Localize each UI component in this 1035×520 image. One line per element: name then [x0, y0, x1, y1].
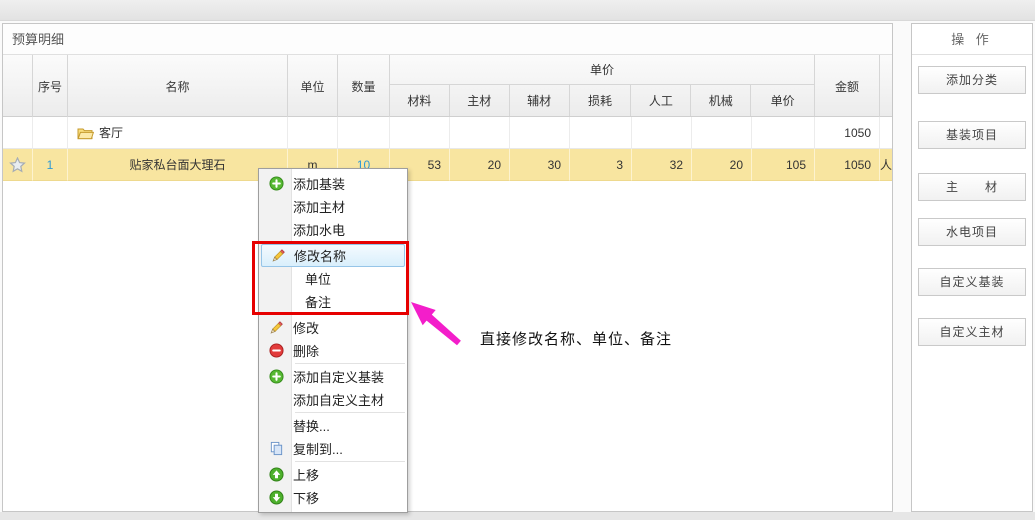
item-machine: 20 [692, 149, 752, 181]
item-loss: 3 [570, 149, 632, 181]
custom-main-button[interactable]: 自定义主材 [918, 318, 1026, 346]
header-overflow [880, 55, 892, 117]
menu-item-move-down[interactable]: 下移 [259, 486, 407, 509]
plumbing-project-button[interactable]: 水电项目 [918, 218, 1026, 246]
folder-icon [77, 126, 94, 140]
window-bottom-edge [0, 512, 1035, 520]
menu-item-delete[interactable]: 删除 [259, 339, 407, 362]
header-unitprice-group-label: 单价 [390, 55, 814, 85]
menu-item-add-main[interactable]: 添加主材 [259, 195, 407, 218]
actions-sidebar: 操 作 添加分类 基装项目 主 材 水电项目 自定义基装 自定义主材 [911, 23, 1033, 512]
table-row-category[interactable]: 客厅 1050 [3, 117, 892, 149]
menu-item-copy-to[interactable]: 复制到... [259, 437, 407, 460]
star-icon[interactable] [9, 157, 26, 173]
item-aux-material: 30 [510, 149, 570, 181]
category-name: 客厅 [99, 124, 123, 141]
table-row-item-selected[interactable]: 1 贴家私台面大理石 m 10 53 20 30 3 32 20 105 105… [3, 149, 892, 181]
menu-item-replace[interactable]: 替换... [259, 414, 407, 437]
menu-item-add-base[interactable]: 添加基装 [259, 172, 407, 195]
delete-icon [259, 343, 293, 358]
window-top-bar [0, 0, 1035, 21]
callout-red-rectangle [252, 241, 409, 315]
budget-detail-panel: 预算明细 序号 名称 单位 数量 单价 材料 主材 辅材 损耗 人工 机械 单价… [2, 23, 893, 512]
item-amount: 1050 [815, 149, 880, 181]
header-seq: 序号 [33, 55, 68, 117]
header-material: 材料 [390, 85, 450, 116]
menu-separator [295, 363, 405, 364]
menu-item-add-custom-base[interactable]: 添加自定义基装 [259, 365, 407, 388]
header-amount: 金额 [815, 55, 880, 117]
arrow-down-icon [259, 490, 293, 505]
context-menu: 添加基装 添加主材 添加水电 修改名称 单位 备注 修改 删除 添加自定义基装 [258, 168, 408, 513]
callout-arrow [403, 294, 471, 356]
base-project-button[interactable]: 基装项目 [918, 121, 1026, 149]
header-unitprice-group: 单价 材料 主材 辅材 损耗 人工 机械 单价 [390, 55, 815, 116]
menu-separator [295, 461, 405, 462]
pencil-icon [259, 320, 293, 336]
copy-icon [259, 441, 293, 456]
item-unit-price: 105 [752, 149, 815, 181]
sidebar-title: 操 作 [912, 24, 1032, 55]
add-icon [259, 369, 293, 384]
header-unit: 单位 [288, 55, 338, 117]
add-category-button[interactable]: 添加分类 [918, 66, 1026, 94]
annotation-text: 直接修改名称、单位、备注 [480, 328, 672, 349]
menu-item-edit[interactable]: 修改 [259, 316, 407, 339]
header-machine: 机械 [691, 85, 751, 116]
header-labor: 人工 [631, 85, 691, 116]
header-main-material: 主材 [450, 85, 510, 116]
header-aux-material: 辅材 [510, 85, 570, 116]
header-unit-price: 单价 [751, 85, 814, 116]
item-name[interactable]: 贴家私台面大理石 [68, 149, 288, 181]
menu-item-add-custom-main[interactable]: 添加自定义主材 [259, 388, 407, 411]
menu-item-add-plumbing[interactable]: 添加水电 [259, 218, 407, 241]
header-loss: 损耗 [570, 85, 632, 116]
custom-base-button[interactable]: 自定义基装 [918, 268, 1026, 296]
category-seq-cell [33, 117, 68, 149]
header-qty: 数量 [338, 55, 390, 117]
main-material-button[interactable]: 主 材 [918, 173, 1026, 201]
item-overflow-cell: 人工 [880, 149, 892, 181]
panel-title: 预算明细 [3, 24, 892, 55]
category-star-cell [3, 117, 33, 149]
header-name: 名称 [68, 55, 288, 117]
table-header: 序号 名称 单位 数量 单价 材料 主材 辅材 损耗 人工 机械 单价 金额 [3, 55, 892, 117]
category-name-cell[interactable]: 客厅 [68, 117, 288, 149]
menu-item-move-up[interactable]: 上移 [259, 463, 407, 486]
add-icon [259, 176, 293, 191]
arrow-up-icon [259, 467, 293, 482]
item-star-cell[interactable] [3, 149, 33, 181]
item-seq: 1 [33, 149, 68, 181]
header-star-column [3, 55, 33, 117]
item-labor: 32 [632, 149, 692, 181]
item-main-material: 20 [450, 149, 510, 181]
category-amount: 1050 [815, 117, 880, 149]
menu-separator [295, 412, 405, 413]
